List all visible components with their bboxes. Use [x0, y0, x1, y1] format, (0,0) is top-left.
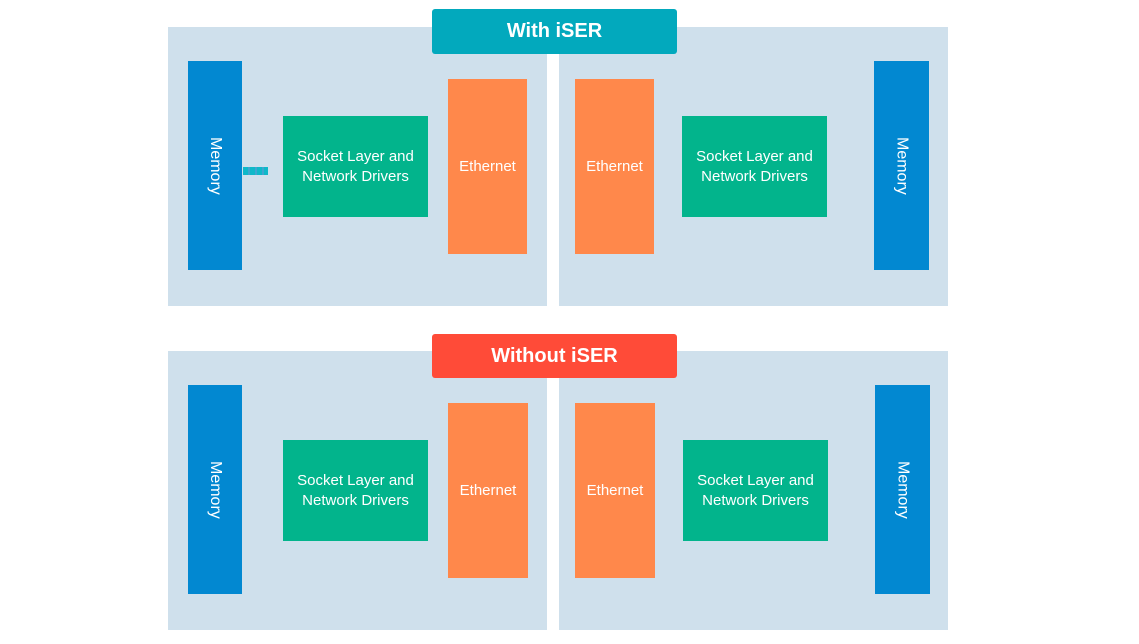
socket-layer-block: Socket Layer and Network Drivers: [682, 116, 827, 217]
socket-label-1: Socket Layer and: [696, 147, 813, 165]
memory-label: Memory: [207, 136, 224, 195]
memory-block: Memory: [188, 385, 242, 594]
memory-block: Memory: [188, 61, 242, 270]
socket-layer-block: Socket Layer and Network Drivers: [683, 440, 828, 541]
memory-block: Memory: [874, 61, 929, 270]
ethernet-block: Ethernet: [448, 403, 528, 578]
socket-label-1: Socket Layer and: [297, 147, 414, 165]
socket-layer-block: Socket Layer and Network Drivers: [283, 440, 428, 541]
memory-block: Memory: [875, 385, 930, 594]
ethernet-block: Ethernet: [448, 79, 527, 254]
socket-label-2: Network Drivers: [302, 491, 409, 509]
socket-label-1: Socket Layer and: [697, 471, 814, 489]
memory-label: Memory: [893, 136, 911, 195]
memory-label: Memory: [894, 460, 912, 519]
socket-label-1: Socket Layer and: [297, 471, 414, 489]
socket-label-2: Network Drivers: [702, 491, 809, 509]
without-iser-title: Without iSER: [432, 334, 677, 378]
ethernet-block: Ethernet: [575, 79, 654, 254]
with-iser-title: With iSER: [432, 9, 677, 54]
memory-label: Memory: [207, 460, 224, 519]
socket-label-2: Network Drivers: [302, 167, 409, 185]
memory-connector: [243, 167, 268, 175]
ethernet-block: Ethernet: [575, 403, 655, 578]
socket-layer-block: Socket Layer and Network Drivers: [283, 116, 428, 217]
socket-label-2: Network Drivers: [701, 167, 808, 185]
